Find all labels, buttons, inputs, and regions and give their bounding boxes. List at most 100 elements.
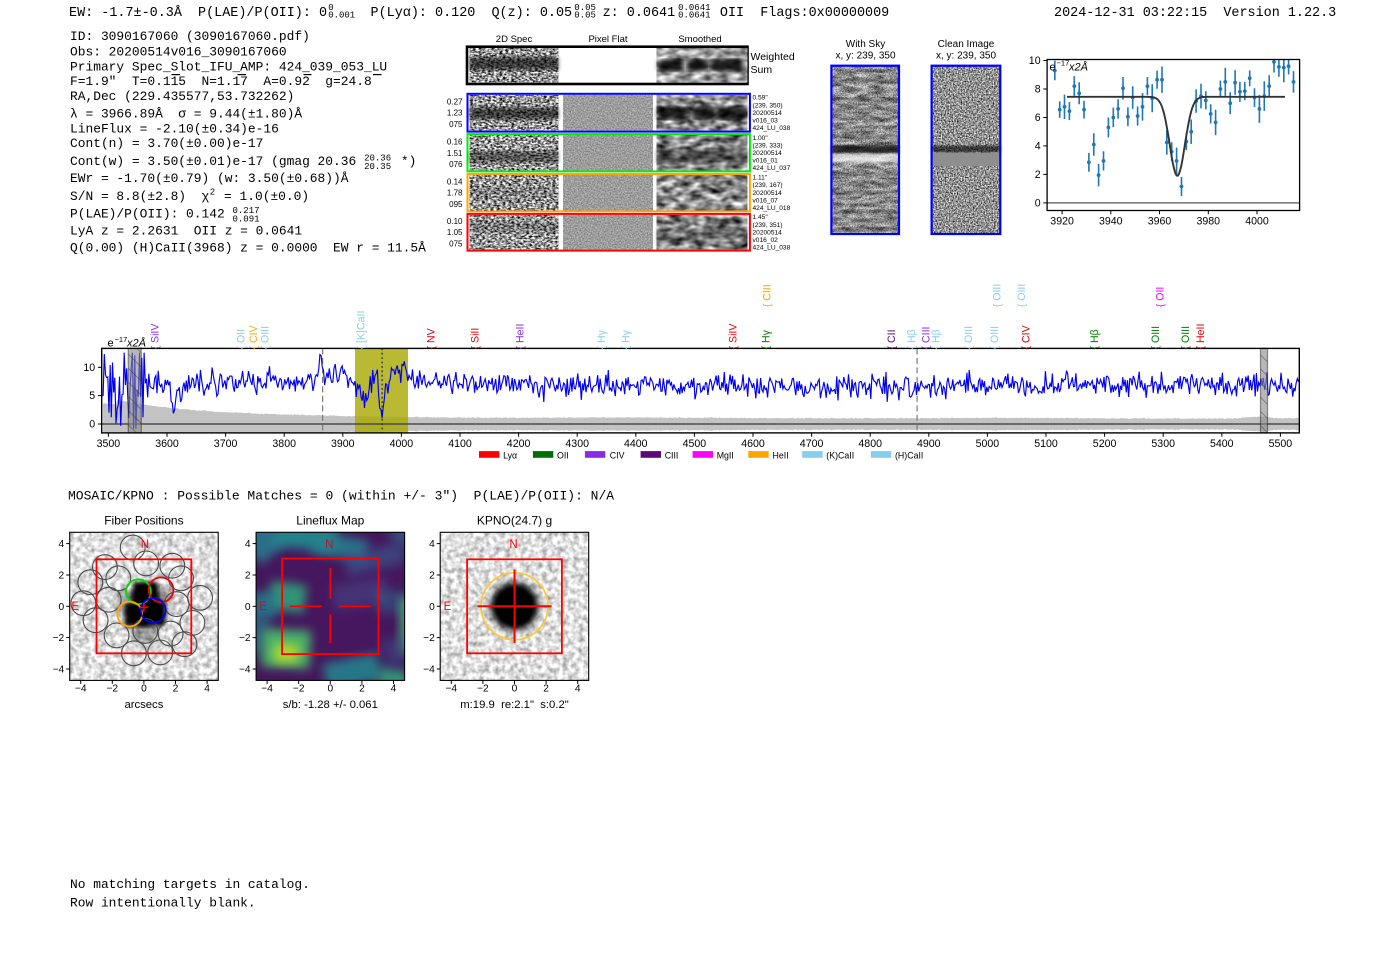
svg-text:Weighted: Weighted	[751, 51, 795, 63]
svg-text:0: 0	[141, 684, 147, 695]
svg-text:2: 2	[1035, 169, 1041, 181]
svg-text:20200514: 20200514	[753, 110, 783, 117]
svg-text:1.51: 1.51	[447, 149, 463, 158]
svg-text:With Sky: With Sky	[846, 39, 885, 50]
svg-text:1.05: 1.05	[447, 228, 463, 237]
svg-text:0.16: 0.16	[447, 137, 463, 146]
svg-text:4500: 4500	[683, 438, 707, 450]
svg-text:OIII: OIII	[1016, 284, 1028, 301]
svg-text:−4: −4	[261, 684, 273, 695]
svg-text:Hγ: Hγ	[596, 329, 608, 343]
svg-text:v016_03: v016_03	[753, 118, 779, 125]
svg-text:HeII: HeII	[515, 324, 527, 343]
svg-text:2: 2	[429, 571, 435, 582]
svg-text:4700: 4700	[800, 438, 824, 450]
svg-text:x, y: 239, 350: x, y: 239, 350	[936, 51, 996, 62]
svg-text:−4: −4	[75, 684, 87, 695]
svg-text:4000: 4000	[1245, 216, 1269, 228]
svg-text:v016_01: v016_01	[753, 158, 779, 165]
svg-text:e: e	[108, 338, 114, 350]
svg-text:KPNO(24.7) g: KPNO(24.7) g	[477, 514, 552, 528]
svg-text:2: 2	[245, 571, 251, 582]
svg-text:(239, 333): (239, 333)	[753, 142, 783, 149]
svg-text:−2: −2	[293, 684, 305, 695]
svg-text:424_LU_038: 424_LU_038	[753, 245, 791, 252]
svg-text:5400: 5400	[1210, 438, 1234, 450]
svg-text:3600: 3600	[155, 438, 179, 450]
svg-text:N: N	[325, 539, 333, 551]
svg-text:Hβ: Hβ	[1089, 329, 1101, 343]
svg-text:HeII: HeII	[1195, 324, 1207, 343]
svg-text:1.23: 1.23	[447, 109, 463, 118]
svg-text:3940: 3940	[1099, 216, 1123, 228]
svg-text:0.10: 0.10	[447, 217, 463, 226]
svg-text:Clean Image: Clean Image	[938, 39, 995, 50]
svg-text:0: 0	[245, 602, 251, 613]
svg-text:*): *)	[393, 154, 416, 169]
svg-text:0.14: 0.14	[447, 177, 463, 186]
svg-text:Lyα: Lyα	[503, 450, 517, 460]
svg-text:2: 2	[173, 684, 179, 695]
svg-text:EW: -1.7±-0.3Å P(LAE)/P(OII):: EW: -1.7±-0.3Å P(LAE)/P(OII): 0	[69, 6, 327, 21]
svg-text:20200514: 20200514	[753, 229, 783, 236]
svg-text:3500: 3500	[97, 438, 121, 450]
svg-text:424_LU_038: 424_LU_038	[753, 125, 791, 132]
svg-text:424_LU_037: 424_LU_037	[753, 165, 791, 172]
svg-text:arcsecs: arcsecs	[124, 699, 163, 711]
svg-text:10: 10	[83, 362, 95, 374]
svg-text:OIII: OIII	[963, 326, 975, 343]
svg-text:SiIV: SiIV	[728, 323, 740, 343]
svg-text:Obs: 20200514v016_3090167060: Obs: 20200514v016_3090167060	[70, 45, 287, 60]
svg-text:0.0641: 0.0641	[678, 11, 710, 21]
svg-text:5000: 5000	[976, 438, 1000, 450]
svg-text:0: 0	[512, 684, 518, 695]
svg-text:4800: 4800	[858, 438, 882, 450]
svg-text:Row intentionally blank.: Row intentionally blank.	[70, 896, 256, 911]
svg-text:Sum: Sum	[751, 64, 773, 76]
svg-text:−4: −4	[445, 684, 457, 695]
svg-text:MOSAIC/KPNO : Possible Matches: MOSAIC/KPNO : Possible Matches = 0 (with…	[68, 489, 614, 504]
svg-text:F=1.9" T=0.115 N=1.17 A=0.9: F=1.9" T=0.115 N=1.17 A=0.92 g=24.8	[70, 74, 372, 89]
svg-text:4200: 4200	[507, 438, 531, 450]
svg-text:Smoothed: Smoothed	[678, 34, 721, 45]
svg-text:2: 2	[210, 188, 215, 198]
svg-text:E: E	[259, 601, 267, 613]
svg-text:x, y: 239, 350: x, y: 239, 350	[835, 51, 895, 62]
svg-text:4600: 4600	[741, 438, 765, 450]
svg-text:SiII: SiII	[470, 328, 482, 343]
svg-text:NV: NV	[426, 327, 438, 343]
svg-text:2024-12-31 03:22:15 Version 1: 2024-12-31 03:22:15 Version 1.22.3	[1054, 6, 1336, 21]
svg-text:0: 0	[89, 419, 95, 431]
svg-text:v016_07: v016_07	[753, 197, 779, 204]
svg-text:4: 4	[204, 684, 210, 695]
svg-text:P(LAE)/P(OII): 0.142: P(LAE)/P(OII): 0.142	[70, 207, 232, 222]
svg-text:0: 0	[327, 684, 333, 695]
svg-text:0: 0	[429, 602, 435, 613]
svg-text:= 1.0(±0.0): = 1.0(±0.0)	[216, 189, 309, 204]
svg-text:RA,Dec (229.435577,53.732262): RA,Dec (229.435577,53.732262)	[70, 89, 294, 104]
svg-text:5200: 5200	[1093, 438, 1117, 450]
svg-text:0.27: 0.27	[447, 97, 463, 106]
svg-text:EWr = -1.70(±0.79) (w: 3.50(±0: EWr = -1.70(±0.79) (w: 3.50(±0.68))Å	[70, 171, 349, 186]
svg-text:Lineflux Map: Lineflux Map	[296, 514, 364, 528]
svg-text:OIII: OIII	[992, 284, 1004, 301]
svg-text:HeII: HeII	[773, 450, 789, 460]
svg-text:0.091: 0.091	[233, 215, 260, 225]
svg-text:4100: 4100	[448, 438, 472, 450]
svg-text:−2: −2	[239, 633, 251, 644]
svg-text:424_LU_018: 424_LU_018	[753, 205, 791, 212]
svg-text:3960: 3960	[1148, 216, 1172, 228]
svg-text:075: 075	[449, 240, 463, 249]
svg-text:4: 4	[1035, 141, 1041, 153]
svg-text:20.35: 20.35	[364, 162, 391, 172]
svg-text:4: 4	[575, 684, 581, 695]
svg-text:Q(0.00) (H)CaII(3968) z = 0.00: Q(0.00) (H)CaII(3968) z = 0.0000 EW r = …	[70, 241, 426, 256]
svg-text:(239, 167): (239, 167)	[753, 182, 783, 189]
svg-text:−2: −2	[477, 684, 489, 695]
svg-text:ID: 3090167060 (3090167060.pdf: ID: 3090167060 (3090167060.pdf)	[70, 29, 310, 44]
svg-text:CIII: CIII	[762, 284, 774, 300]
svg-text:OII: OII	[1155, 287, 1167, 301]
svg-text:3800: 3800	[272, 438, 296, 450]
svg-text:LyA z = 2.2631 OII z = 0.0641: LyA z = 2.2631 OII z = 0.0641	[70, 224, 302, 239]
svg-text:(K)CaII: (K)CaII	[826, 450, 854, 460]
